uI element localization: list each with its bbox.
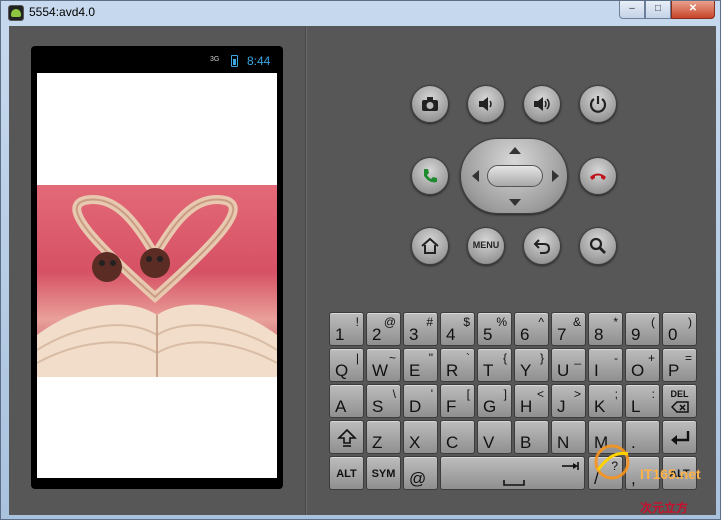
key-9[interactable]: 9( — [625, 312, 660, 346]
camera-button[interactable] — [411, 85, 449, 123]
volume-up-button[interactable] — [523, 85, 561, 123]
menu-button[interactable]: MENU — [467, 227, 505, 265]
signal-label: 3G — [210, 56, 220, 63]
close-button[interactable]: ✕ — [671, 1, 715, 19]
watermark-logo — [582, 432, 716, 492]
heart-book-illustration — [37, 194, 277, 377]
shift-key[interactable] — [329, 420, 364, 454]
key-o[interactable]: O + — [625, 348, 660, 382]
key-3[interactable]: 3 # — [403, 312, 438, 346]
power-button[interactable] — [579, 85, 617, 123]
key-e[interactable]: E " — [403, 348, 438, 382]
camera-icon — [422, 97, 438, 111]
key-8[interactable]: 8 * — [588, 312, 623, 346]
shift-icon — [337, 428, 357, 447]
it165-logo-icon — [594, 444, 630, 480]
window-title: 5554:avd4.0 — [29, 5, 96, 19]
key-f[interactable]: F[ — [440, 384, 475, 418]
battery-icon — [231, 55, 238, 67]
at-key[interactable]: @ — [403, 456, 438, 490]
watermark-brand: IT165.net — [640, 466, 701, 482]
key-h[interactable]: H < — [514, 384, 549, 418]
key-7[interactable]: 7 & — [551, 312, 586, 346]
phone-hangup-icon — [590, 173, 606, 180]
volume-up-icon — [534, 97, 550, 111]
key-x[interactable]: X — [403, 420, 438, 454]
dpad-center-button[interactable] — [487, 165, 543, 187]
volume-down-icon — [479, 97, 492, 111]
key-1[interactable]: 1! — [329, 312, 364, 346]
phone-call-icon — [424, 169, 437, 183]
power-icon — [589, 96, 607, 113]
key-y[interactable]: Y} — [514, 348, 549, 382]
key-q[interactable]: Q | — [329, 348, 364, 382]
device-screen[interactable]: 3G 8:44 — [31, 46, 283, 489]
dpad-down-icon[interactable] — [509, 199, 521, 206]
dpad-left-icon[interactable] — [472, 170, 479, 182]
key-0[interactable]: 0) — [662, 312, 697, 346]
key-5[interactable]: 5% — [477, 312, 512, 346]
back-icon — [533, 239, 551, 254]
key-g[interactable]: G] — [477, 384, 512, 418]
call-button[interactable] — [411, 157, 449, 195]
status-bar: 3G 8:44 — [31, 46, 283, 73]
heart-book-image — [37, 185, 277, 377]
key-z[interactable]: Z — [366, 420, 401, 454]
key-w[interactable]: W ~ — [366, 348, 401, 382]
title-bar[interactable]: 5554:avd4.0 – □ ✕ — [1, 1, 720, 25]
key-2[interactable]: 2 @ — [366, 312, 401, 346]
dpad-right-icon[interactable] — [552, 170, 559, 182]
android-icon — [8, 5, 24, 21]
app-screen[interactable] — [37, 73, 277, 478]
key-l[interactable]: L: — [625, 384, 660, 418]
panel-divider — [305, 26, 307, 515]
key-s[interactable]: S \ — [366, 384, 401, 418]
key-u[interactable]: U _ — [551, 348, 586, 382]
key-b[interactable]: B — [514, 420, 549, 454]
end-call-button[interactable] — [579, 157, 617, 195]
search-icon — [589, 237, 606, 254]
dpad[interactable] — [460, 138, 568, 214]
search-button[interactable] — [579, 227, 617, 265]
key-r[interactable]: R ` — [440, 348, 475, 382]
menu-label: MENU — [472, 240, 500, 250]
alt-left-key[interactable]: ALT — [329, 456, 364, 490]
key-k[interactable]: K; — [588, 384, 623, 418]
key-c[interactable]: C — [440, 420, 475, 454]
back-button[interactable] — [523, 227, 561, 265]
home-button[interactable] — [411, 227, 449, 265]
backspace-icon — [671, 401, 689, 413]
minimize-button[interactable]: – — [619, 1, 645, 19]
key-n[interactable]: N — [551, 420, 586, 454]
key-4[interactable]: 4 $ — [440, 312, 475, 346]
space-key[interactable] — [440, 456, 585, 490]
home-icon — [421, 237, 439, 254]
tab-icon — [562, 462, 579, 470]
space-icon — [503, 480, 525, 486]
maximize-button[interactable]: □ — [645, 1, 671, 19]
key-6[interactable]: 6 ^ — [514, 312, 549, 346]
sym-key[interactable]: SYM — [366, 456, 401, 490]
key-j[interactable]: J > — [551, 384, 586, 418]
watermark-tagline: 次元立方 — [640, 501, 689, 515]
key-v[interactable]: V — [477, 420, 512, 454]
key-t[interactable]: T{ — [477, 348, 512, 382]
key-p[interactable]: P = — [662, 348, 697, 382]
status-clock: 8:44 — [247, 54, 271, 68]
delete-key[interactable]: DEL — [662, 384, 697, 418]
key-d[interactable]: D ' — [403, 384, 438, 418]
key-i[interactable]: I- — [588, 348, 623, 382]
volume-down-button[interactable] — [467, 85, 505, 123]
dpad-up-icon[interactable] — [509, 147, 521, 154]
key-a[interactable]: A — [329, 384, 364, 418]
